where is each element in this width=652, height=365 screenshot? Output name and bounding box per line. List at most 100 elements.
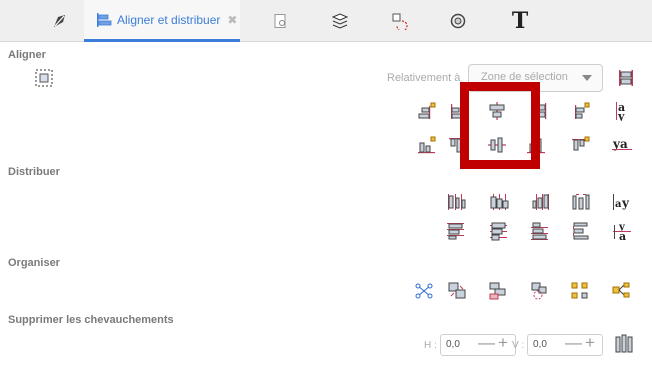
exchange-order-icon [489,282,506,300]
align-bottom-icon [527,138,545,154]
distribute-right-edges-button[interactable] [530,192,550,212]
distribute-gaps-horizontal-button[interactable] [571,192,591,212]
tab-text[interactable]: T [500,0,540,42]
distribute-gaps-horizontal-icon [572,194,590,210]
tab-layers[interactable] [320,0,360,42]
section-overlap-title: Supprimer les chevauchements [8,314,174,326]
align-icon [97,12,112,27]
horizontal-gap-label: H : [424,340,437,351]
align-top-edges-button[interactable] [448,135,468,155]
remove-overlaps-button[interactable] [614,334,634,354]
distribute-gaps-vertical-button[interactable] [571,221,591,241]
distribute-centers-horizontal-button[interactable] [489,192,509,212]
svg-text:y: y [621,196,630,210]
connector-tree-icon [612,282,630,298]
align-left-edges-button[interactable] [448,101,468,121]
vertical-gap-decrement-button[interactable]: — [565,332,582,354]
align-move-together-icon [619,70,633,86]
align-baseline-text-horizontal-button[interactable]: ya [612,135,632,155]
distribute-baseline-horizontal-button[interactable]: a y [612,192,632,212]
svg-text:y: y [617,110,625,121]
exchange-positions-button[interactable] [447,281,467,301]
relative-to-label: Relativement à [387,72,461,84]
text-baseline-vertical-icon: a y [616,101,625,121]
horizontal-gap-increment-button[interactable]: + [498,332,508,354]
align-right-edges-button[interactable] [530,101,550,121]
svg-text:a: a [615,199,622,210]
center-on-vertical-axis-button[interactable] [487,101,507,121]
dock-tab-bar: Aligner et distribuer ✖ T [0,0,652,42]
vertical-gap-label: V : [512,340,525,351]
section-align-title: Aligner [8,49,46,61]
align-left-edges-to-right-button[interactable] [571,101,591,121]
tab-transform[interactable] [380,0,420,42]
tab-align-label: Aligner et distribuer [117,12,221,27]
horizontal-gap-value: 0,0 [446,339,460,350]
tab-document-properties[interactable] [262,0,298,42]
selection-box-icon [35,69,53,87]
align-left-to-right-anchor-icon [575,102,590,119]
close-icon[interactable]: ✖ [227,13,237,27]
align-baseline-text-vertical-button[interactable]: a y [612,101,632,121]
selection-as-group-toggle[interactable] [34,68,54,93]
align-right-to-left-anchor-icon [418,102,436,119]
distribute-baseline-vertical-button[interactable]: y a [612,221,632,241]
align-top-to-bottom-anchor-icon [418,136,436,154]
center-horizontal-axis-icon [488,137,506,153]
text-baseline-horizontal-icon: ya [612,137,632,151]
distribute-gaps-vertical-icon [573,222,589,240]
unclump-button[interactable] [570,281,590,301]
align-right-icon [534,103,547,119]
text-distribute-vertical-icon: y a [613,222,631,241]
horizontal-gap-decrement-button[interactable]: — [478,332,495,354]
distribute-top-icon [447,223,464,240]
distribute-right-icon [532,194,549,210]
distribute-left-edges-button[interactable] [446,192,466,212]
graph-network-icon [415,283,433,299]
distribute-bottom-edges-button[interactable] [530,221,550,241]
distribute-top-edges-button[interactable] [446,221,466,241]
graph-layout-button[interactable] [414,281,434,301]
section-arrange-title: Organiser [8,257,60,269]
relative-to-select[interactable]: Zone de sélection [468,64,603,92]
align-right-edges-to-left-button[interactable] [417,101,437,121]
align-bottom-edges-button[interactable] [526,135,546,155]
align-bottom-to-top-anchor-icon [572,136,590,151]
vertical-gap-increment-button[interactable]: + [585,332,595,354]
align-top-icon [449,136,467,153]
objects-icon [450,13,466,29]
align-left-icon [451,102,467,119]
distribute-center-horizontal-icon [490,194,509,210]
document-properties-icon [274,14,286,28]
remove-overlaps-icon [615,334,633,353]
distribute-left-icon [448,194,466,210]
text-icon: T [511,8,529,34]
section-distribute-title: Distribuer [8,166,60,178]
relative-to-value: Zone de sélection [481,71,568,83]
randomize-positions-button[interactable] [611,281,631,301]
center-on-horizontal-axis-button[interactable] [487,135,507,155]
layers-icon [331,13,349,29]
distribute-centers-vertical-button[interactable] [489,221,509,241]
distribute-bottom-icon [531,222,548,240]
exchange-positions-selection-order-button[interactable] [487,281,507,301]
rotate-exchange-icon [531,282,547,300]
tab-objects[interactable] [438,0,478,42]
tab-align[interactable]: Aligner et distribuer ✖ [84,0,240,42]
highlight-box [460,82,540,169]
exchange-positions-clockwise-button[interactable] [529,281,549,301]
text-distribute-horizontal-icon: a y [613,194,630,210]
distribute-center-vertical-icon [490,222,507,241]
fill-stroke-icon [54,15,65,27]
transform-icon [392,13,408,30]
svg-text:ya: ya [612,137,628,151]
align-top-edges-to-bottom-button[interactable] [417,135,437,155]
chevron-down-icon [582,75,592,81]
tab-fill-stroke[interactable] [40,0,80,42]
align-bottom-edges-to-top-button[interactable] [571,135,591,155]
exchange-positions-icon [448,282,466,299]
center-vertical-axis-icon [489,102,505,120]
align-move-together-button[interactable] [616,68,636,88]
vertical-gap-value: 0,0 [533,339,547,350]
unclump-icon [571,282,588,299]
